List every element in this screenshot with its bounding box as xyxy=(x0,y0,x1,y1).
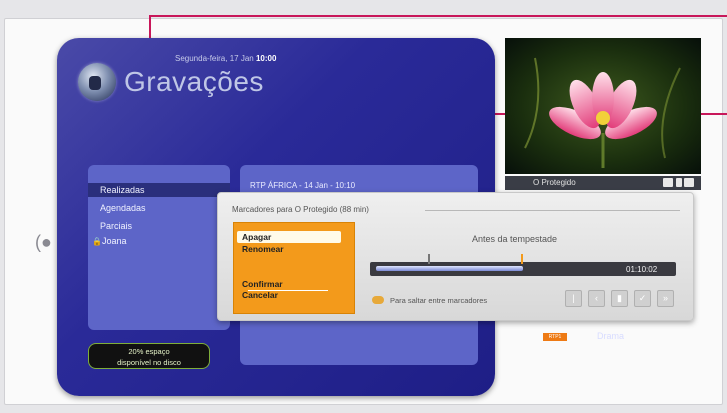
recordings-logo-icon xyxy=(78,63,116,101)
menu-item-cancelar[interactable]: Cancelar xyxy=(237,289,341,301)
menu-item-renomear[interactable]: Renomear xyxy=(237,243,341,255)
skip-markers-hint: Para saltar entre marcadores xyxy=(390,296,488,305)
restore-icon[interactable] xyxy=(676,178,682,187)
skip-markers-icon xyxy=(372,296,384,304)
marker-name-label: Antes da tempestade xyxy=(472,234,558,244)
recordings-category-list: Realizadas Agendadas Parciais 🔒Joana xyxy=(88,165,230,330)
play-pause-button[interactable]: ▮ xyxy=(611,290,628,307)
disk-space-line2: disponível no disco xyxy=(117,358,181,367)
disk-space-badge: 20% espaço disponível no disco xyxy=(88,343,210,369)
time-label: 10:00 xyxy=(255,54,277,63)
sidebar-item-parciais[interactable]: Parciais xyxy=(88,219,230,233)
side-navigation-icon[interactable]: (● xyxy=(35,232,52,253)
sidebar-item-realizadas[interactable]: Realizadas xyxy=(88,183,230,197)
title-divider xyxy=(425,210,680,211)
video-preview[interactable] xyxy=(505,38,701,174)
menu-item-apagar[interactable]: Apagar xyxy=(237,231,341,243)
sidebar-item-joana[interactable]: 🔒Joana xyxy=(88,234,230,248)
date-time-label: Segunda-feira, 17 Jan 10:00 xyxy=(175,54,276,63)
next-marker-button[interactable]: ✓ xyxy=(634,290,651,307)
date-label: Segunda-feira, 17 Jan xyxy=(175,54,254,63)
sidebar-item-agendadas[interactable]: Agendadas xyxy=(88,201,230,215)
timeline-marker-current[interactable] xyxy=(521,254,523,264)
markers-dialog-title: Marcadores para O Protegido (88 min) xyxy=(232,205,369,214)
skip-back-button[interactable]: | xyxy=(565,290,582,307)
previous-marker-button[interactable]: ‹ xyxy=(588,290,605,307)
minimize-icon[interactable] xyxy=(663,178,673,187)
volume-icon[interactable] xyxy=(684,178,694,187)
markers-context-menu: Apagar Renomear Confirmar Cancelar xyxy=(233,222,355,314)
channel-tag: RTP1 xyxy=(543,333,567,341)
disk-space-line1: 20% espaço xyxy=(128,347,170,356)
preview-channel-label: O Protegido xyxy=(533,178,576,187)
timeline-time-readout: 01:10:02 xyxy=(626,265,658,274)
sidebar-item-joana-label: Joana xyxy=(101,236,127,246)
skip-forward-button[interactable]: » xyxy=(657,290,674,307)
lock-icon: 🔒 xyxy=(92,237,102,246)
page-title: Gravações xyxy=(124,66,264,97)
recording-list-header: RTP ÁFRICA - 14 Jan - 10:10 xyxy=(250,181,356,190)
lotus-flower-image xyxy=(505,38,701,174)
callout-line-top xyxy=(149,15,727,17)
program-genre: Drama xyxy=(597,331,625,341)
timeline-marker[interactable] xyxy=(428,254,430,264)
timeline-progress xyxy=(376,266,523,271)
